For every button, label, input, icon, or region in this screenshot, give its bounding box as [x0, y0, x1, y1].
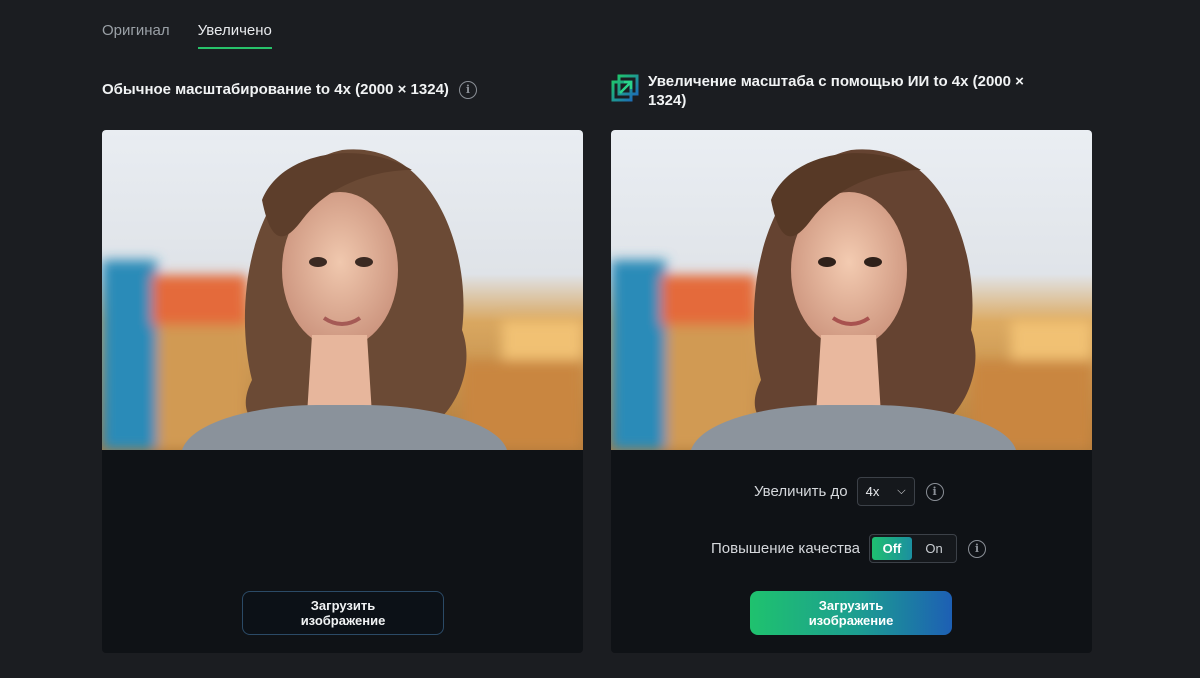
toggle-off-option[interactable]: Off: [872, 537, 912, 560]
toggle-on-option[interactable]: On: [914, 537, 954, 560]
quality-row: Повышение качества Off On i: [711, 534, 986, 563]
upload-image-button-standard[interactable]: Загрузить изображение: [242, 591, 444, 635]
info-icon[interactable]: i: [968, 539, 986, 558]
scale-value: 4x: [865, 484, 880, 499]
ai-upscale-icon: [611, 74, 641, 104]
scale-label: Увеличить до: [754, 483, 848, 500]
scale-select[interactable]: 4x ⌵: [856, 477, 915, 506]
chevron-down-icon: ⌵: [897, 485, 906, 497]
portrait-image-ai: [611, 130, 1092, 450]
ai-upscale-panel: Увеличить до 4x ⌵ i Повышение качества O…: [611, 130, 1092, 653]
upload-image-button-ai[interactable]: Загрузить изображение: [750, 591, 952, 635]
right-title: Увеличение масштаба с помощью ИИ to 4x (…: [648, 73, 1024, 109]
tab-bar: Оригинал Увеличено: [102, 22, 272, 49]
info-icon[interactable]: i: [925, 482, 944, 501]
info-icon[interactable]: i: [458, 80, 477, 99]
left-title: Обычное масштабирование to 4x (2000 × 13…: [102, 81, 449, 98]
standard-upscale-panel: Загрузить изображение: [102, 130, 583, 653]
portrait-image-standard: [102, 130, 583, 450]
scale-row: Увеличить до 4x ⌵ i: [754, 477, 944, 506]
tab-upscaled[interactable]: Увеличено: [197, 22, 272, 49]
left-title-row: Обычное масштабирование to 4x (2000 × 13…: [102, 80, 477, 99]
tab-original[interactable]: Оригинал: [102, 22, 170, 49]
quality-toggle[interactable]: Off On: [869, 534, 957, 563]
quality-label: Повышение качества: [711, 540, 860, 557]
